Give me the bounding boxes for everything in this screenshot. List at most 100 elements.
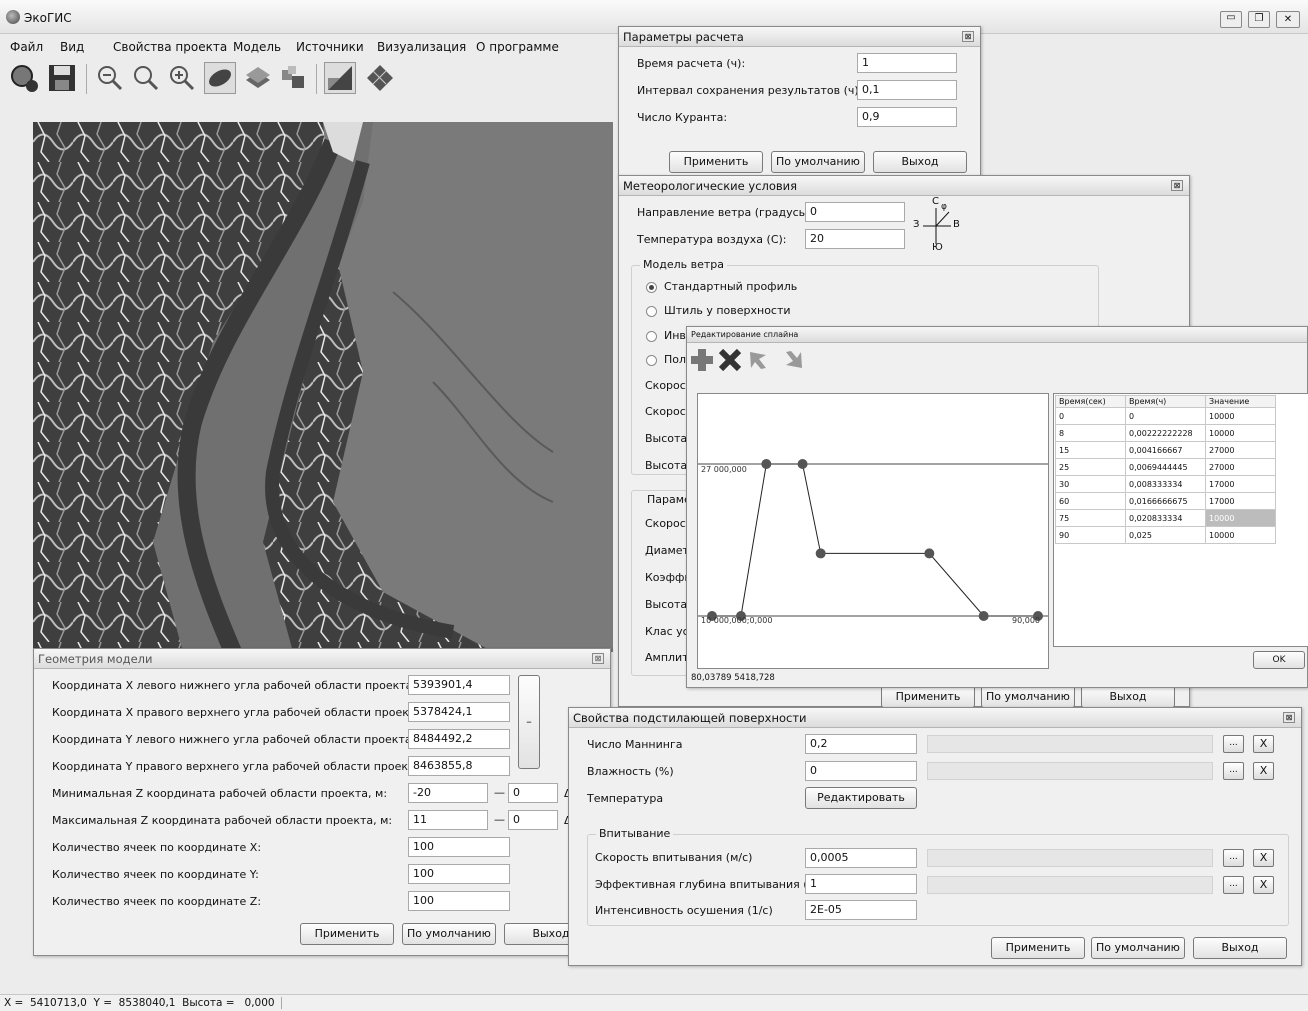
spline-table[interactable]: Время(сек) Время(ч) Значение 0 0 10000 8 0,002… [1055, 395, 1276, 544]
table-row[interactable]: 25 0,0069444445 27000 [1055, 458, 1276, 476]
air-temperature-field[interactable]: 20 [805, 229, 905, 249]
table-cell[interactable]: 25 [1055, 458, 1126, 476]
spline-point[interactable] [924, 548, 935, 559]
spline-point[interactable] [978, 611, 989, 621]
table-row[interactable]: 8 0,00222222228 10000 [1055, 424, 1276, 442]
menu-model[interactable]: Модель [233, 40, 281, 54]
zoom-icon[interactable] [130, 62, 162, 94]
absorb-speed-browse-button[interactable]: ... [1223, 849, 1244, 867]
delete-point-icon[interactable] [717, 347, 743, 373]
zoom-out-icon[interactable] [94, 62, 126, 94]
minimize-button[interactable]: ▭ [1220, 11, 1242, 28]
menu-about[interactable]: О программе [476, 40, 559, 54]
calc-courant-field[interactable]: 0,9 [857, 107, 957, 127]
menu-visualization[interactable]: Визуализация [377, 40, 466, 54]
surface-exit-button[interactable]: Выход [1193, 937, 1287, 959]
table-row[interactable]: 90 0,025 10000 [1055, 526, 1276, 544]
calc-exit-button[interactable]: Выход [873, 151, 967, 173]
table-cell[interactable]: 0,020833334 [1125, 509, 1206, 527]
wind-direction-field[interactable]: 0 [805, 202, 905, 222]
table-cell[interactable]: 0 [1125, 407, 1206, 425]
grid-icon[interactable] [364, 62, 396, 94]
table-cell[interactable]: 17000 [1205, 475, 1276, 493]
table-cell[interactable]: 0,008333334 [1125, 475, 1206, 493]
table-cell[interactable]: 10000 [1205, 509, 1276, 527]
spline-point[interactable] [797, 459, 808, 469]
surface-default-button[interactable]: По умолчанию [1091, 937, 1185, 959]
radio-calm-surface[interactable] [646, 306, 657, 317]
table-cell[interactable]: 10000 [1205, 424, 1276, 442]
table-cell[interactable]: 27000 [1205, 441, 1276, 459]
table-row[interactable]: 30 0,008333334 17000 [1055, 475, 1276, 493]
meteo-exit-button[interactable]: Выход [1081, 686, 1175, 708]
close-icon[interactable]: ⊠ [1283, 712, 1295, 723]
z-max-field[interactable]: 11 [408, 810, 488, 830]
depth-clear-button[interactable]: X [1253, 876, 1274, 894]
table-cell[interactable]: 0,004166667 [1125, 441, 1206, 459]
table-row[interactable]: 60 0,0166666675 17000 [1055, 492, 1276, 510]
table-cell[interactable]: 17000 [1205, 492, 1276, 510]
pick-area-button[interactable]: – [518, 675, 540, 769]
z-min-field[interactable]: -20 [408, 783, 488, 803]
table-row[interactable]: 15 0,004166667 27000 [1055, 441, 1276, 459]
arrow-left-icon[interactable] [747, 349, 769, 371]
map-view[interactable] [33, 122, 613, 652]
calc-interval-field[interactable]: 0,1 [857, 80, 957, 100]
geometry-apply-button[interactable]: Применить [300, 923, 394, 945]
humidity-browse-button[interactable]: ... [1223, 762, 1244, 780]
meteo-default-button[interactable]: По умолчанию [981, 686, 1075, 708]
humidity-clear-button[interactable]: X [1253, 762, 1274, 780]
spline-ok-button[interactable]: OK [1253, 651, 1305, 669]
meteo-apply-button[interactable]: Применить [881, 686, 975, 708]
table-cell[interactable]: 8 [1055, 424, 1126, 442]
menu-sources[interactable]: Источники [296, 40, 364, 54]
save-icon[interactable] [46, 62, 78, 94]
radio-standard-profile[interactable] [646, 282, 657, 293]
menu-file[interactable]: Файл [10, 40, 43, 54]
absorb-speed-field[interactable]: 0,0005 [805, 848, 917, 868]
table-cell[interactable]: 0,00222222228 [1125, 424, 1206, 442]
y-upper-right-field[interactable]: 8463855,8 [408, 756, 510, 776]
table-cell[interactable]: 0,0166666675 [1125, 492, 1206, 510]
calc-apply-button[interactable]: Применить [669, 151, 763, 173]
table-row[interactable]: 0 0 10000 [1055, 407, 1276, 425]
table-cell[interactable]: 60 [1055, 492, 1126, 510]
calc-time-field[interactable]: 1 [857, 53, 957, 73]
project-globe-icon[interactable] [8, 62, 40, 94]
x-lower-left-field[interactable]: 5393901,4 [408, 675, 510, 695]
terrain-view-icon[interactable] [324, 62, 356, 94]
table-cell[interactable]: 30 [1055, 475, 1126, 493]
close-icon[interactable]: ⊠ [962, 31, 974, 42]
close-window-button[interactable]: ✕ [1276, 11, 1300, 28]
arrow-right-icon[interactable] [783, 349, 805, 371]
menu-project-properties[interactable]: Свойства проекта [113, 40, 227, 54]
table-cell[interactable]: 0,0069444445 [1125, 458, 1206, 476]
z-min-step-field[interactable]: 0 [508, 783, 558, 803]
cells-x-field[interactable]: 100 [408, 837, 510, 857]
cubes-icon[interactable] [278, 62, 310, 94]
humidity-field[interactable]: 0 [805, 761, 917, 781]
manning-field[interactable]: 0,2 [805, 734, 917, 754]
cells-y-field[interactable]: 100 [408, 864, 510, 884]
cells-z-field[interactable]: 100 [408, 891, 510, 911]
add-point-icon[interactable] [689, 347, 715, 373]
spline-point[interactable] [761, 459, 772, 469]
z-max-step-field[interactable]: 0 [508, 810, 558, 830]
radio-inversion[interactable] [646, 331, 657, 342]
temperature-edit-button[interactable]: Редактировать [805, 787, 917, 809]
absorb-speed-clear-button[interactable]: X [1253, 849, 1274, 867]
radio-other[interactable] [646, 355, 657, 366]
restore-button[interactable]: ❐ [1248, 11, 1270, 28]
table-cell[interactable]: 75 [1055, 509, 1126, 527]
geometry-default-button[interactable]: По умолчанию [402, 923, 496, 945]
table-cell[interactable]: 0 [1055, 407, 1126, 425]
x-upper-right-field[interactable]: 5378424,1 [408, 702, 510, 722]
manning-browse-button[interactable]: ... [1223, 735, 1244, 753]
depth-browse-button[interactable]: ... [1223, 876, 1244, 894]
spline-chart[interactable]: 27 000,000 10 000,000;0,000 90,000 [697, 393, 1049, 669]
layers-icon[interactable] [242, 62, 274, 94]
depth-field[interactable]: 1 [805, 874, 917, 894]
calc-default-button[interactable]: По умолчанию [771, 151, 865, 173]
pan-mouse-icon[interactable] [204, 62, 236, 94]
close-icon[interactable]: ⊠ [1171, 180, 1183, 191]
